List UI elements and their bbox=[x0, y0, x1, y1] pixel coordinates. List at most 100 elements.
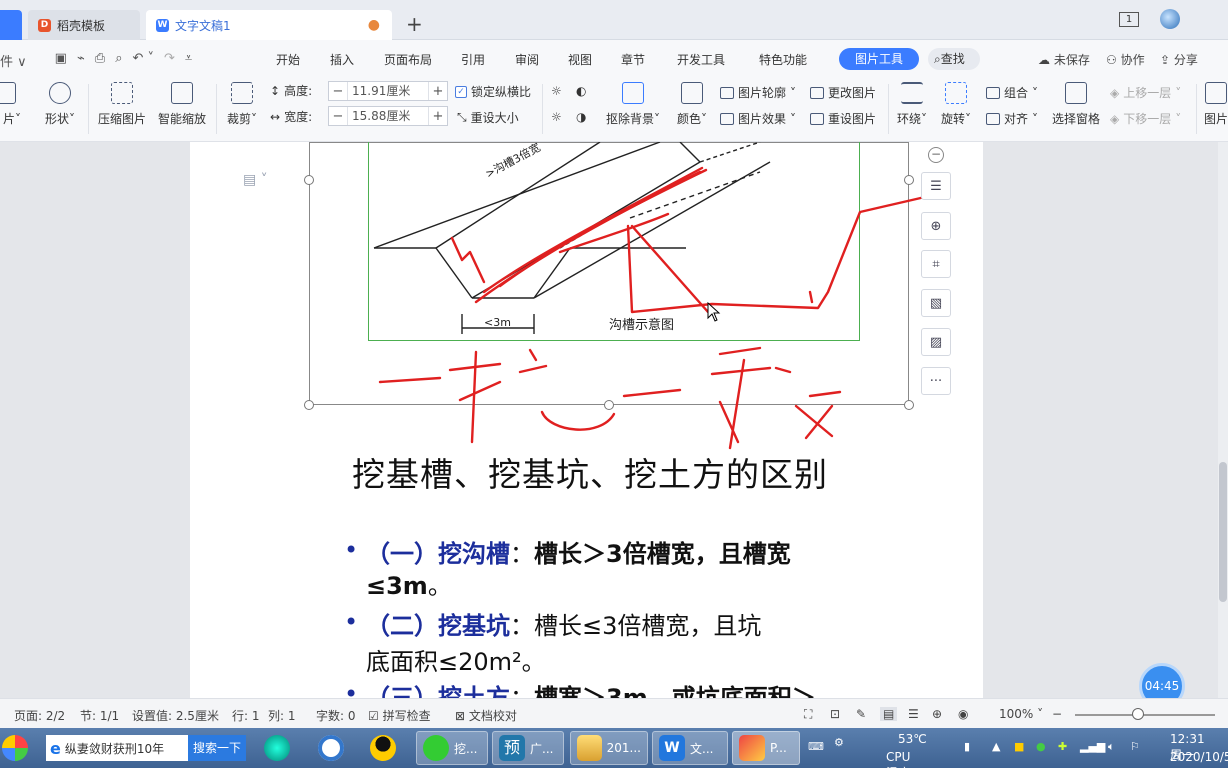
menu-home[interactable]: 开始 bbox=[276, 51, 300, 68]
clock-date[interactable]: 2020/10/5 bbox=[1170, 750, 1228, 764]
tray-app-icon[interactable]: ■ bbox=[1014, 740, 1024, 753]
redo-icon[interactable]: ↷ bbox=[164, 51, 175, 70]
volume-icon[interactable]: 🔈︎ bbox=[1108, 740, 1115, 754]
reset-picture-button[interactable]: 重设图片 bbox=[810, 110, 876, 127]
menu-review[interactable]: 审阅 bbox=[515, 51, 539, 68]
layout-options-icon[interactable]: ☰ bbox=[921, 172, 951, 200]
taskbar-qq-icon[interactable] bbox=[364, 731, 402, 765]
menu-picture-tools[interactable]: 图片工具 bbox=[839, 48, 919, 70]
taskbar-app-writer[interactable]: W 文... bbox=[652, 731, 728, 765]
share-button[interactable]: ⇪ 分享 bbox=[1160, 51, 1198, 68]
bring-forward-button[interactable]: ◈ 上移一层 ˅ bbox=[1110, 84, 1181, 101]
compress-picture-button[interactable]: 压缩图片 bbox=[96, 82, 148, 127]
taskbar-cloud-icon[interactable] bbox=[312, 731, 350, 765]
keyboard-icon[interactable]: ⌨ bbox=[808, 740, 824, 753]
wrap-button[interactable]: 环绕˅ bbox=[894, 82, 930, 127]
tray-expand-icon[interactable]: ▲ bbox=[992, 740, 1000, 753]
remove-background-button[interactable]: 抠除背景˅ bbox=[604, 82, 662, 127]
group-button[interactable]: 组合 ˅ bbox=[986, 84, 1038, 101]
search-button[interactable]: ⌕查找 bbox=[928, 48, 980, 70]
window-count-badge[interactable]: 1 bbox=[1119, 12, 1139, 27]
height-increment-button[interactable]: + bbox=[429, 84, 447, 99]
battery-icon[interactable]: ▮ bbox=[964, 740, 970, 753]
format-painter-icon[interactable]: ⌁ bbox=[77, 51, 85, 70]
zoom-slider-knob[interactable] bbox=[1132, 708, 1144, 720]
save-icon[interactable]: ▣ bbox=[55, 51, 67, 70]
picture-more-button[interactable]: 图片 bbox=[1204, 82, 1228, 127]
reset-size-button[interactable]: ⤡ 重设大小 bbox=[457, 109, 519, 126]
start-button[interactable] bbox=[2, 731, 28, 765]
menu-page-layout[interactable]: 页面布局 bbox=[384, 51, 432, 68]
height-decrement-button[interactable]: − bbox=[329, 84, 347, 99]
proofread-button[interactable]: ⊠ 文档校对 bbox=[455, 707, 517, 724]
vertical-scrollbar[interactable] bbox=[1218, 142, 1228, 698]
taskbar-app-wps[interactable]: 挖... bbox=[416, 731, 488, 765]
color-button[interactable]: 颜色˅ bbox=[672, 82, 712, 127]
word-count[interactable]: 字数: 0 bbox=[316, 707, 356, 724]
send-backward-button[interactable]: ◈ 下移一层 ˅ bbox=[1110, 110, 1181, 127]
taskbar-browser-icon[interactable] bbox=[258, 731, 296, 765]
tab-document[interactable]: W 文字文稿1 ● bbox=[146, 10, 392, 40]
taskbar-search-input[interactable]: e 纵妻敛财获刑10年 bbox=[46, 735, 188, 761]
more-options-icon[interactable]: ··· bbox=[921, 367, 951, 395]
menu-insert[interactable]: 插入 bbox=[330, 51, 354, 68]
picture-effect-button[interactable]: 图片效果 ˅ bbox=[720, 110, 796, 127]
contrast-down-button[interactable]: ◑ bbox=[576, 110, 586, 124]
height-stepper[interactable]: − 11.91厘米 + bbox=[328, 81, 448, 101]
align-button[interactable]: 对齐 ˅ bbox=[986, 110, 1038, 127]
crop-icon[interactable]: ⌗ bbox=[921, 250, 951, 278]
shape-button[interactable]: 形状˅ bbox=[40, 82, 80, 127]
crop-button[interactable]: 裁剪˅ bbox=[224, 82, 260, 127]
menu-chapter[interactable]: 章节 bbox=[621, 51, 645, 68]
brightness-down-button[interactable]: ☼ bbox=[551, 110, 562, 124]
tab-home[interactable] bbox=[0, 10, 22, 40]
zoom-slider[interactable] bbox=[1075, 714, 1215, 716]
taskbar-app-folder[interactable]: 201... bbox=[570, 731, 648, 765]
tab-template[interactable]: D 稻壳模板 bbox=[28, 10, 140, 40]
selection-pane-button[interactable]: 选择窗格 bbox=[1050, 82, 1102, 127]
taskbar-search-button[interactable]: 搜索一下 bbox=[188, 735, 246, 761]
avatar[interactable] bbox=[1160, 9, 1180, 29]
width-input[interactable]: 15.88厘米 bbox=[347, 107, 429, 125]
unsaved-status[interactable]: ☁ 未保存 bbox=[1038, 51, 1090, 68]
contrast-up-button[interactable]: ◐ bbox=[576, 84, 586, 98]
width-increment-button[interactable]: + bbox=[429, 109, 447, 124]
image-edit-icon[interactable]: ▨ bbox=[921, 328, 951, 356]
spellcheck-button[interactable]: ☑ 拼写检查 bbox=[368, 707, 431, 724]
lock-ratio-checkbox[interactable]: ✓ 锁定纵横比 bbox=[455, 83, 531, 100]
width-decrement-button[interactable]: − bbox=[329, 109, 347, 124]
menu-developer[interactable]: 开发工具 bbox=[677, 51, 725, 68]
zoom-out-icon[interactable]: − bbox=[1052, 707, 1062, 721]
print-preview-icon[interactable]: ⌕ bbox=[115, 51, 122, 70]
tray-360-icon[interactable]: ✚ bbox=[1058, 740, 1067, 753]
customize-icon[interactable]: ⩡ bbox=[185, 51, 192, 70]
file-menu[interactable]: 件 ∨ bbox=[0, 51, 27, 70]
page-indicator[interactable]: 页面: 2/2 bbox=[14, 707, 65, 724]
page-view-icon[interactable]: ▤ bbox=[880, 707, 898, 721]
menu-references[interactable]: 引用 bbox=[461, 51, 485, 68]
smart-zoom-button[interactable]: 智能缩放 bbox=[156, 82, 208, 127]
collaborate-button[interactable]: ⚇ 协作 bbox=[1106, 51, 1145, 68]
zoom-in-icon[interactable]: ⊕ bbox=[921, 212, 951, 240]
tray-wps-icon[interactable]: ● bbox=[1036, 740, 1046, 753]
new-tab-button[interactable]: + bbox=[406, 14, 423, 34]
tray-options-icon[interactable]: ⚙ bbox=[834, 736, 844, 749]
pen-icon[interactable]: ✎ bbox=[856, 707, 866, 721]
web-view-icon[interactable]: ⊕ bbox=[932, 707, 942, 721]
input-method-icon[interactable]: ⚐ bbox=[1130, 740, 1140, 753]
insert-picture-button[interactable]: 片˅ bbox=[0, 82, 24, 127]
image-to-text-icon[interactable]: ▧ bbox=[921, 289, 951, 317]
picture-outline-button[interactable]: 图片轮廓 ˅ bbox=[720, 84, 796, 101]
scrollbar-thumb[interactable] bbox=[1219, 462, 1227, 602]
menu-view[interactable]: 视图 bbox=[568, 51, 592, 68]
fullscreen-icon[interactable]: ⛶ bbox=[804, 707, 812, 722]
width-stepper[interactable]: − 15.88厘米 + bbox=[328, 106, 448, 126]
network-icon[interactable]: ▂▄▆ bbox=[1080, 740, 1105, 753]
undo-icon[interactable]: ↶ ˅ bbox=[132, 51, 154, 70]
rotate-button[interactable]: 旋转˅ bbox=[938, 82, 974, 127]
menu-features[interactable]: 特色功能 bbox=[759, 51, 807, 68]
collapse-icon[interactable]: − bbox=[928, 147, 944, 163]
taskbar-app-preview[interactable]: 预广... bbox=[492, 731, 564, 765]
brightness-up-button[interactable]: ☼ bbox=[551, 84, 562, 98]
change-picture-button[interactable]: 更改图片 bbox=[810, 84, 876, 101]
